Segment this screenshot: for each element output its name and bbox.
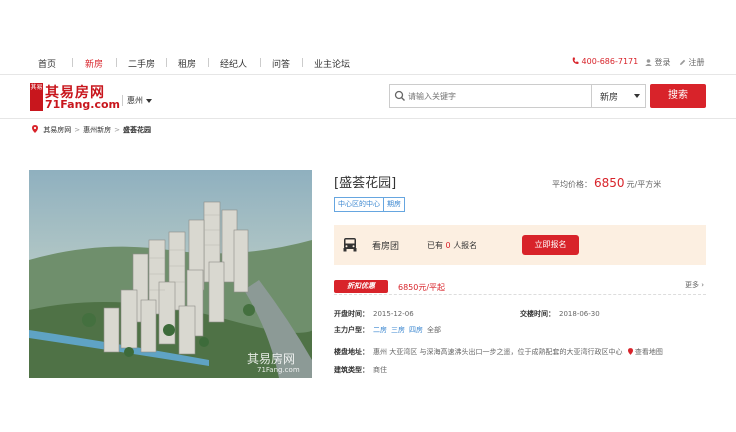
register-link[interactable]: 注册 <box>679 57 705 68</box>
city-selector[interactable]: 惠州 <box>122 95 152 106</box>
breadcrumb-city[interactable]: 惠州新房 <box>83 126 111 134</box>
search-type-label: 新房 <box>600 93 619 103</box>
discount-row: 折扣优惠 6850元/平起 更多 › <box>334 277 706 295</box>
view-map-label: 查看地图 <box>634 348 663 356</box>
logo-mark: 其易 <box>30 83 43 111</box>
discount-price: 6850元/平起 <box>398 283 446 292</box>
nav-separator <box>116 58 117 67</box>
location-pin-icon <box>32 125 38 133</box>
search-box: 新房 <box>389 84 646 108</box>
nav-qa[interactable]: 问答 <box>272 57 290 70</box>
nav-second-hand[interactable]: 二手房 <box>128 57 155 70</box>
user-icon <box>645 59 652 66</box>
layout-two-room[interactable]: 二房 <box>373 326 387 334</box>
delivery-date-label: 交楼时间： <box>520 310 555 318</box>
logo-domain: 71Fang.com <box>45 98 121 111</box>
login-link[interactable]: 登录 <box>645 57 671 68</box>
main-layouts-label: 主力户型： <box>334 326 369 334</box>
nav-separator <box>166 58 167 67</box>
open-date-value: 2015-12-06 <box>373 310 414 318</box>
nav-separator <box>302 58 303 67</box>
layout-three-room[interactable]: 三房 <box>391 326 405 334</box>
location-pin-icon <box>627 348 633 355</box>
phone-icon <box>572 57 579 64</box>
register-label: 注册 <box>688 58 705 67</box>
listing-title: [盛荟花园] <box>334 176 397 191</box>
search-button[interactable]: 搜索 <box>650 84 706 108</box>
delivery-date-value: 2018-06-30 <box>559 310 600 318</box>
average-price-label: 平均价格： <box>552 180 592 189</box>
nav-home[interactable]: 首页 <box>38 57 56 70</box>
phone: 400-686-7171 <box>572 57 638 66</box>
page: 首页 新房 二手房 租房 经纪人 问答 业主论坛 400-686-7171 登录… <box>0 50 736 378</box>
average-price-value: 6850 <box>594 176 625 190</box>
delivery-date: 交楼时间： 2018-06-30 <box>520 309 600 319</box>
bus-icon <box>343 238 357 252</box>
more-discounts-link[interactable]: 更多 › <box>685 280 704 290</box>
nav-forum[interactable]: 业主论坛 <box>314 57 350 70</box>
search-icon <box>394 90 405 101</box>
building-type-value: 商住 <box>373 366 387 374</box>
signup-count-suffix: 人报名 <box>453 241 478 250</box>
average-price-unit: 元/平方米 <box>626 180 662 189</box>
nav-new-house[interactable]: 新房 <box>85 57 103 70</box>
address-value: 惠州 大亚湾区 与深海高速沸头出口一步之遥，位于成熟配套的大亚湾行政区中心 <box>373 348 623 356</box>
photo-watermark: 其易房网 <box>247 352 296 366</box>
view-map-link[interactable]: 查看地图 <box>627 348 663 356</box>
tag-off-plan: 期房 <box>383 197 405 212</box>
building-type-label: 建筑类型： <box>334 366 369 374</box>
address-label: 楼盘地址： <box>334 348 369 356</box>
property-rendering <box>29 170 312 378</box>
nav-separator <box>72 58 73 67</box>
breadcrumb: 其易房网 > 惠州新房 > 盛荟花园 <box>32 125 151 135</box>
open-date-label: 开盘时间： <box>334 310 369 318</box>
breadcrumb-separator: > <box>74 126 81 134</box>
more-label: 更多 <box>684 281 699 289</box>
search-type-select[interactable]: 新房 <box>591 85 646 107</box>
breadcrumb-current: 盛荟花园 <box>122 126 151 134</box>
chevron-down-icon <box>634 94 640 98</box>
chevron-right-icon: › <box>701 281 704 289</box>
nav-separator <box>260 58 261 67</box>
chevron-down-icon <box>146 98 152 103</box>
photo-watermark-domain: 71Fang.com <box>257 366 300 374</box>
property-photo[interactable]: 其易房网 71Fang.com <box>29 170 312 378</box>
login-label: 登录 <box>654 58 671 67</box>
layout-all-link[interactable]: 全部 <box>427 326 441 334</box>
tag-city-center: 中心区的中心 <box>334 197 384 212</box>
viewing-group-panel: 看房团 已有 0 人报名 立即报名 <box>334 225 706 265</box>
header: 其易 其易房网 71Fang.com 惠州 新房 搜索 <box>0 75 736 119</box>
nav-agent[interactable]: 经纪人 <box>220 57 247 70</box>
building-type: 建筑类型： 商住 <box>334 365 387 375</box>
top-nav: 首页 新房 二手房 租房 经纪人 问答 业主论坛 400-686-7171 登录… <box>0 50 736 75</box>
discount-badge: 折扣优惠 <box>334 280 388 293</box>
nav-separator <box>208 58 209 67</box>
main-layouts: 主力户型： 二房 三房 四房 全部 <box>334 325 441 335</box>
viewing-group-label: 看房团 <box>372 242 400 252</box>
nav-rent[interactable]: 租房 <box>178 57 196 70</box>
pencil-icon <box>680 59 686 65</box>
signup-count: 已有 0 人报名 <box>427 240 477 251</box>
phone-number: 400-686-7171 <box>581 57 639 66</box>
breadcrumb-separator: > <box>114 126 120 134</box>
property-address: 楼盘地址： 惠州 大亚湾区 与深海高速沸头出口一步之遥，位于成熟配套的大亚湾行政区… <box>334 347 663 357</box>
signup-count-prefix: 已有 <box>427 241 443 250</box>
logo[interactable]: 其易 其易房网 71Fang.com <box>30 83 120 111</box>
breadcrumb-home[interactable]: 其易房网 <box>43 126 71 134</box>
signup-button[interactable]: 立即报名 <box>522 235 579 255</box>
open-date: 开盘时间： 2015-12-06 <box>334 309 414 319</box>
signup-count-value: 0 <box>445 241 451 250</box>
city-label: 惠州 <box>127 96 143 105</box>
layout-four-room[interactable]: 四房 <box>409 326 423 334</box>
average-price: 平均价格： 6850 元/平方米 <box>552 176 661 190</box>
search-input[interactable] <box>408 88 588 104</box>
